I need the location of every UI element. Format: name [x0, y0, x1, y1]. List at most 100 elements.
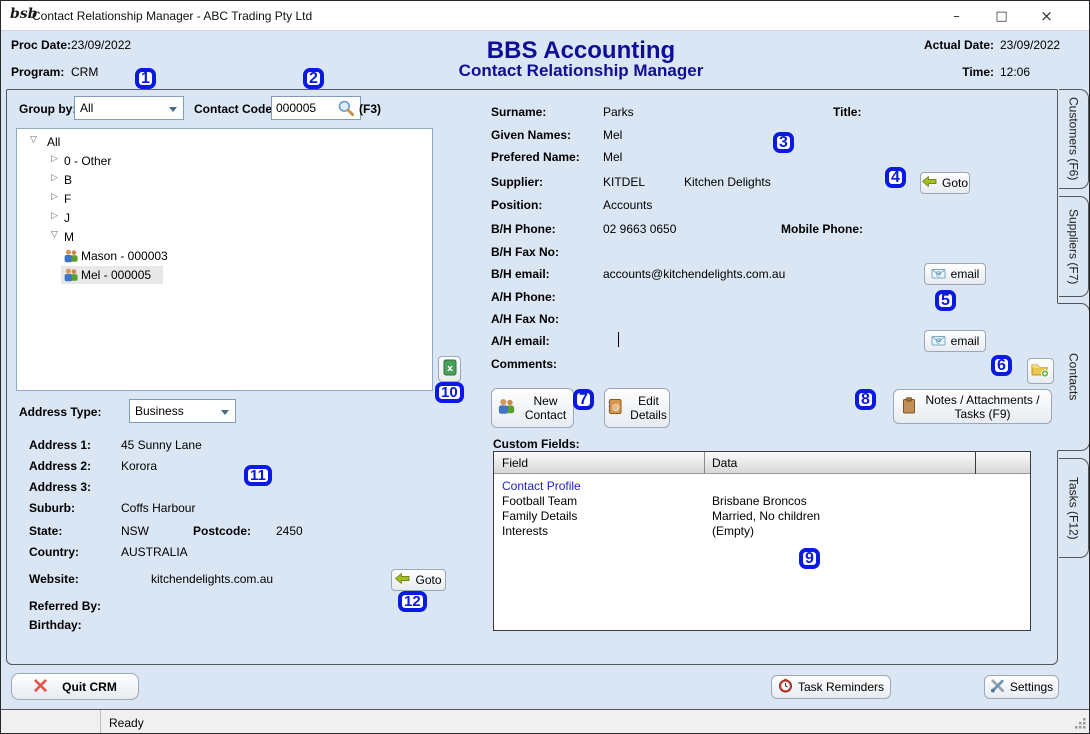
given-names-value: Mel	[603, 128, 622, 142]
website-goto-button[interactable]: Goto	[391, 569, 446, 591]
annotation-badge-6: 6	[991, 355, 1012, 376]
excel-export-button[interactable]: x	[438, 356, 461, 382]
notes-attachments-tasks-button[interactable]: Notes / Attachments / Tasks (F9)	[893, 389, 1052, 424]
chevron-down-icon	[221, 410, 229, 415]
annotation-badge-7: 7	[573, 389, 594, 410]
add-folder-button[interactable]	[1027, 358, 1054, 384]
position-label: Position:	[491, 198, 542, 212]
ah-email-button[interactable]: @ email	[924, 330, 986, 352]
tab-tasks[interactable]: Tasks (F12)	[1059, 458, 1089, 558]
tree-item-label: All	[47, 135, 60, 149]
title-bar: bsb Contact Relationship Manager - ABC T…	[1, 1, 1089, 31]
annotation-badge-11: 11	[244, 465, 272, 486]
tree-item-label: B	[64, 173, 72, 187]
settings-label: Settings	[1010, 680, 1053, 694]
expand-icon[interactable]: ▷	[51, 192, 58, 202]
tree-item-mel-selected[interactable]: Mel - 000005	[17, 266, 432, 285]
actual-date-value: 23/09/2022	[1000, 38, 1060, 52]
postcode-value: 2450	[276, 524, 303, 538]
tree-item-m[interactable]: ▽ M	[17, 228, 432, 247]
email-icon: @	[931, 334, 946, 349]
tree-item-f[interactable]: ▷ F	[17, 190, 432, 209]
resize-grip[interactable]	[1074, 717, 1086, 732]
tree-item-mason[interactable]: Mason - 000003	[17, 247, 432, 266]
column-header-field[interactable]: Field	[502, 456, 528, 470]
status-bar: Ready	[1, 709, 1089, 734]
ah-fax-label: A/H Fax No:	[491, 312, 559, 326]
address3-label: Address 3:	[29, 480, 91, 494]
tree-item-j[interactable]: ▷ J	[17, 209, 432, 228]
website-value: kitchendelights.com.au	[151, 572, 273, 586]
surname-label: Surname:	[491, 105, 546, 119]
contacts-icon	[497, 398, 517, 418]
title-label: Title:	[833, 105, 861, 119]
tab-customers[interactable]: Customers (F6)	[1059, 89, 1089, 189]
annotation-badge-5: 5	[935, 290, 956, 311]
group-by-value: All	[80, 101, 93, 115]
tab-suppliers[interactable]: Suppliers (F7)	[1059, 196, 1089, 297]
bh-phone-label: B/H Phone:	[491, 222, 556, 236]
app-logo-icon: bsb	[10, 6, 30, 26]
annotation-badge-8: 8	[855, 389, 876, 410]
maximize-button[interactable]: □	[979, 1, 1024, 31]
field-cell: Interests	[502, 524, 548, 538]
bh-email-button[interactable]: @ email	[924, 263, 986, 285]
bh-fax-label: B/H Fax No:	[491, 245, 559, 259]
country-value: AUSTRALIA	[121, 545, 188, 559]
address1-value: 45 Sunny Lane	[121, 438, 202, 452]
goto-label: Goto	[942, 176, 968, 190]
contact-tree[interactable]: ▽ All ▷ 0 - Other ▷ B ▷ F ▷ J ▽ M	[16, 128, 433, 391]
address2-value: Korora	[121, 459, 157, 473]
group-by-select[interactable]: All	[74, 96, 184, 120]
edit-details-button[interactable]: @ Edit Details	[604, 388, 670, 428]
email-label: email	[951, 267, 980, 281]
custom-fields-table: Field Data Contact Profile Football Team…	[493, 451, 1031, 631]
collapse-icon[interactable]: ▽	[30, 135, 37, 145]
svg-text:@: @	[612, 403, 620, 412]
data-cell: Brisbane Broncos	[712, 494, 807, 508]
column-divider[interactable]	[704, 452, 705, 474]
supplier-name-value: Kitchen Delights	[684, 175, 771, 189]
field-cell[interactable]: Contact Profile	[502, 479, 581, 493]
minimize-button[interactable]: –	[934, 1, 979, 31]
tree-item-all[interactable]: ▽ All	[17, 133, 432, 152]
task-reminders-button[interactable]: Task Reminders	[771, 675, 891, 699]
search-icon[interactable]	[337, 99, 355, 120]
address2-label: Address 2:	[29, 459, 91, 473]
address-type-select[interactable]: Business	[129, 399, 236, 423]
tab-contacts[interactable]: Contacts	[1057, 303, 1090, 451]
crm-window: bsb Contact Relationship Manager - ABC T…	[0, 0, 1090, 734]
collapse-icon[interactable]: ▽	[51, 230, 58, 240]
expand-icon[interactable]: ▷	[51, 173, 58, 183]
close-button[interactable]: ×	[1024, 1, 1069, 31]
preferred-name-label: Prefered Name:	[491, 150, 580, 164]
email-label: email	[951, 334, 980, 348]
expand-icon[interactable]: ▷	[51, 154, 58, 164]
goto-arrow-icon	[922, 176, 937, 190]
supplier-goto-button[interactable]: Goto	[920, 172, 970, 194]
annotation-badge-3: 3	[773, 132, 794, 153]
expand-icon[interactable]: ▷	[51, 211, 58, 221]
quit-crm-button[interactable]: Quit CRM	[11, 673, 139, 700]
bh-email-value: accounts@kitchendelights.com.au	[603, 267, 785, 281]
settings-tools-icon	[990, 678, 1005, 696]
column-header-data[interactable]: Data	[712, 456, 737, 470]
group-by-label: Group by:	[19, 102, 76, 116]
ah-phone-label: A/H Phone:	[491, 290, 556, 304]
quit-crm-label: Quit CRM	[62, 680, 117, 694]
annotation-badge-2: 2	[303, 68, 324, 89]
status-text: Ready	[109, 716, 144, 730]
clipboard-icon	[902, 397, 916, 417]
tree-item-label: Mel - 000005	[81, 268, 151, 282]
state-value: NSW	[121, 524, 149, 538]
annotation-badge-9: 9	[799, 548, 820, 569]
tree-item-label: Mason - 000003	[81, 249, 168, 263]
svg-text:@: @	[935, 270, 941, 277]
tree-item-b[interactable]: ▷ B	[17, 171, 432, 190]
new-contact-button[interactable]: New Contact	[491, 388, 574, 428]
address-type-value: Business	[135, 404, 184, 418]
tree-item-other[interactable]: ▷ 0 - Other	[17, 152, 432, 171]
settings-button[interactable]: Settings	[984, 675, 1059, 699]
address-type-label: Address Type:	[19, 405, 101, 419]
bh-email-label: B/H email:	[491, 267, 550, 281]
